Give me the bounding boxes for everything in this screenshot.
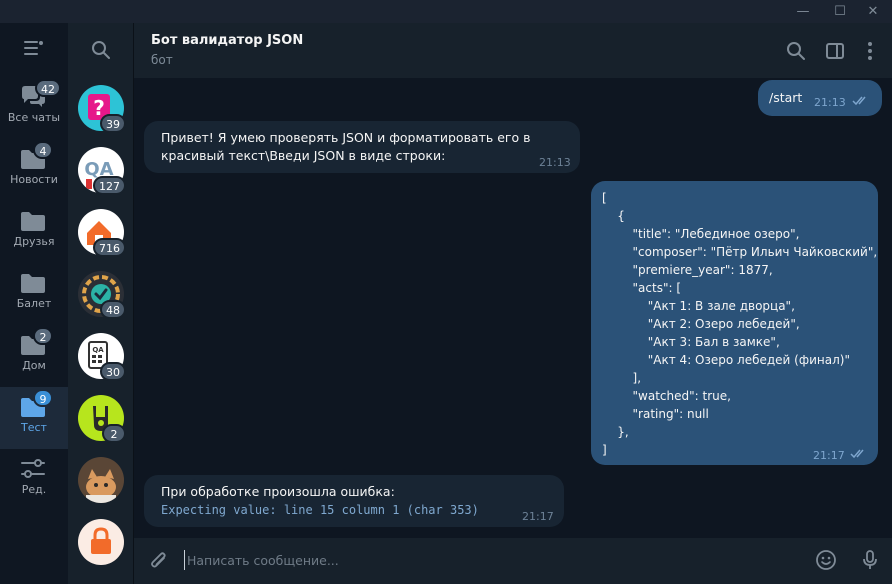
chat-item[interactable]: ? 39: [78, 85, 126, 133]
folder-news[interactable]: 4 Новости: [0, 139, 68, 201]
voice-message-button[interactable]: [858, 548, 882, 572]
hamburger-menu-icon: [24, 41, 43, 55]
chat-item[interactable]: [78, 519, 124, 565]
folder-all-chats[interactable]: 42 Все чаты: [0, 77, 68, 139]
message-time: 21:17: [522, 510, 554, 523]
compose-bar: [134, 538, 892, 584]
chat-item[interactable]: 2: [78, 395, 126, 443]
search-chat-button[interactable]: [784, 39, 808, 63]
main-menu-button[interactable]: [0, 23, 68, 75]
message-bubble-outgoing[interactable]: [ { "title": "Лебединое озеро", "compose…: [591, 181, 878, 465]
unread-badge: 2: [102, 424, 126, 443]
folder-badge: 4: [33, 141, 53, 159]
message-text: красивый текст\Введи JSON в виде строки:: [161, 148, 446, 163]
search-icon: [787, 42, 805, 60]
folder-icon: [21, 212, 45, 231]
folder-friends[interactable]: Друзья: [0, 201, 68, 263]
folder-label: Дом: [22, 359, 46, 372]
chat-item[interactable]: 716: [78, 209, 126, 257]
message-history: /start 21:13 Привет! Я умею проверять JS…: [134, 78, 892, 538]
message-time: 21:17: [813, 449, 845, 462]
folder-label: Балет: [16, 297, 52, 310]
more-options-button[interactable]: [858, 39, 882, 63]
chat-item[interactable]: 48: [78, 271, 126, 319]
search-icon: [92, 41, 110, 59]
unread-badge: 127: [93, 176, 126, 195]
emoji-button[interactable]: [814, 548, 838, 572]
more-vertical-icon: [868, 42, 872, 60]
chat-list: ? 39 QA 127 716 48 QA 30 2: [68, 23, 134, 584]
cat-photo-avatar: [78, 457, 124, 503]
chat-item[interactable]: QA 127: [78, 147, 126, 195]
folder-label: Новости: [10, 173, 58, 186]
unread-badge: 39: [100, 114, 126, 133]
folder-label: Тест: [21, 421, 47, 434]
folder-test[interactable]: 9 Тест: [0, 387, 68, 449]
message-text: Привет! Я умею проверять JSON и форматир…: [161, 130, 531, 145]
smiley-icon: [816, 550, 836, 570]
folder-badge: 9: [33, 389, 53, 407]
unread-badge: 30: [100, 362, 126, 381]
folders-sidebar: 42 Все чаты 4 Новости Друзья Балет 2 Дом…: [0, 23, 68, 584]
message-text: При обработке произошла ошибка:: [161, 484, 395, 499]
read-checkmarks-icon: [850, 449, 864, 459]
microphone-icon: [863, 550, 877, 569]
message-bubble-outgoing[interactable]: /start 21:13: [758, 80, 882, 116]
folder-badge: 42: [35, 79, 61, 97]
message-bubble-incoming[interactable]: При обработке произошла ошибка: Expectin…: [144, 475, 564, 527]
message-text: [ { "title": "Лебединое озеро", "compose…: [602, 191, 878, 457]
message-time: 21:13: [539, 156, 571, 169]
folder-home[interactable]: 2 Дом: [0, 325, 68, 387]
close-button[interactable]: ✕: [858, 0, 888, 23]
folder-label: Друзья: [13, 235, 55, 248]
minimize-button[interactable]: —: [788, 0, 818, 23]
folder-label: Все чаты: [7, 111, 61, 124]
svg-text:QA: QA: [92, 346, 104, 354]
folder-label: Ред.: [21, 483, 47, 496]
read-checkmarks-icon: [852, 96, 866, 106]
unread-badge: 716: [93, 238, 126, 257]
search-button[interactable]: [68, 23, 134, 77]
message-bubble-incoming[interactable]: Привет! Я умею проверять JSON и форматир…: [144, 121, 580, 173]
chat-subtitle: бот: [151, 53, 173, 67]
window-titlebar: — ☐ ✕: [0, 0, 892, 23]
error-code-text: Expecting value: line 15 column 1 (char …: [161, 503, 479, 517]
folder-edit[interactable]: Ред.: [0, 449, 68, 511]
chat-title[interactable]: Бот валидатор JSON: [151, 33, 303, 48]
lock-avatar: [78, 519, 124, 565]
chat-item[interactable]: [78, 457, 124, 503]
maximize-button[interactable]: ☐: [825, 0, 855, 23]
chat-header: Бот валидатор JSON бот: [134, 23, 892, 78]
edit-filters-icon: [21, 459, 45, 478]
message-time: 21:13: [814, 96, 846, 109]
folder-icon: [21, 274, 45, 293]
unread-badge: 48: [100, 300, 126, 319]
paperclip-icon: [151, 552, 166, 568]
folder-badge: 2: [33, 327, 53, 345]
attach-button[interactable]: [147, 549, 171, 573]
sidebar-toggle-button[interactable]: [823, 39, 847, 63]
message-input[interactable]: [184, 549, 784, 571]
sidebar-panel-icon: [826, 43, 844, 59]
message-text: /start: [769, 90, 803, 105]
chat-item[interactable]: QA 30: [78, 333, 126, 381]
folder-ballet[interactable]: Балет: [0, 263, 68, 325]
